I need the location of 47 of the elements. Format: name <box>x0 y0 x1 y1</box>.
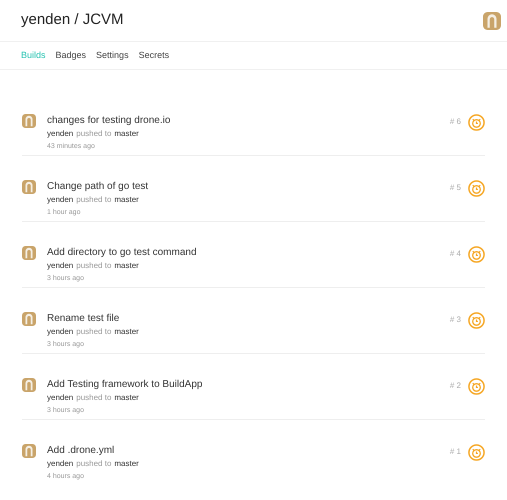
event-text: pushed to <box>76 194 112 205</box>
commit-message[interactable]: Add Testing framework to BuildApp <box>47 378 450 392</box>
clock-icon <box>468 246 485 263</box>
build-number: # 2 <box>450 380 461 392</box>
commit-message[interactable]: Change path of go test <box>47 180 450 194</box>
build-number: # 5 <box>450 182 461 194</box>
event-text: pushed to <box>76 392 112 403</box>
event-text: pushed to <box>76 260 112 271</box>
clock-icon <box>468 444 485 461</box>
build-number: # 6 <box>450 116 461 128</box>
user-avatar <box>483 12 501 30</box>
build-number: # 1 <box>450 446 461 458</box>
author-name: yenden <box>47 128 74 139</box>
branch-name: master <box>114 392 139 403</box>
build-number: # 4 <box>450 248 461 260</box>
author-avatar <box>22 246 36 260</box>
branch-name: master <box>114 128 139 139</box>
tab[interactable]: Badges <box>56 48 86 62</box>
author-avatar <box>22 312 36 326</box>
commit-message[interactable]: Add .drone.yml <box>47 444 450 458</box>
author-name: yenden <box>47 458 74 469</box>
commit-message[interactable]: Rename test file <box>47 312 450 326</box>
clock-icon <box>468 312 485 329</box>
author-name: yenden <box>47 392 74 403</box>
branch-name: master <box>114 194 139 205</box>
author-avatar <box>22 378 36 392</box>
author-name: yenden <box>47 326 74 337</box>
clock-icon <box>468 180 485 197</box>
commit-message[interactable]: Add directory to go test command <box>47 246 450 260</box>
author-name: yenden <box>47 260 74 271</box>
branch-name: master <box>114 458 139 469</box>
event-text: pushed to <box>76 128 112 139</box>
branch-name: master <box>114 260 139 271</box>
author-avatar <box>22 444 36 458</box>
clock-icon <box>468 378 485 395</box>
tab[interactable]: Secrets <box>138 48 170 62</box>
tab[interactable]: Settings <box>96 48 129 62</box>
branch-name: master <box>114 326 139 337</box>
repo-title: yenden / JCVM <box>21 10 124 30</box>
clock-icon <box>468 114 485 131</box>
event-text: pushed to <box>76 458 112 469</box>
build-number: # 3 <box>450 314 461 326</box>
author-name: yenden <box>47 194 74 205</box>
author-avatar <box>22 180 36 194</box>
event-text: pushed to <box>76 326 112 337</box>
author-avatar <box>22 114 36 128</box>
commit-message[interactable]: changes for testing drone.io <box>47 114 450 128</box>
